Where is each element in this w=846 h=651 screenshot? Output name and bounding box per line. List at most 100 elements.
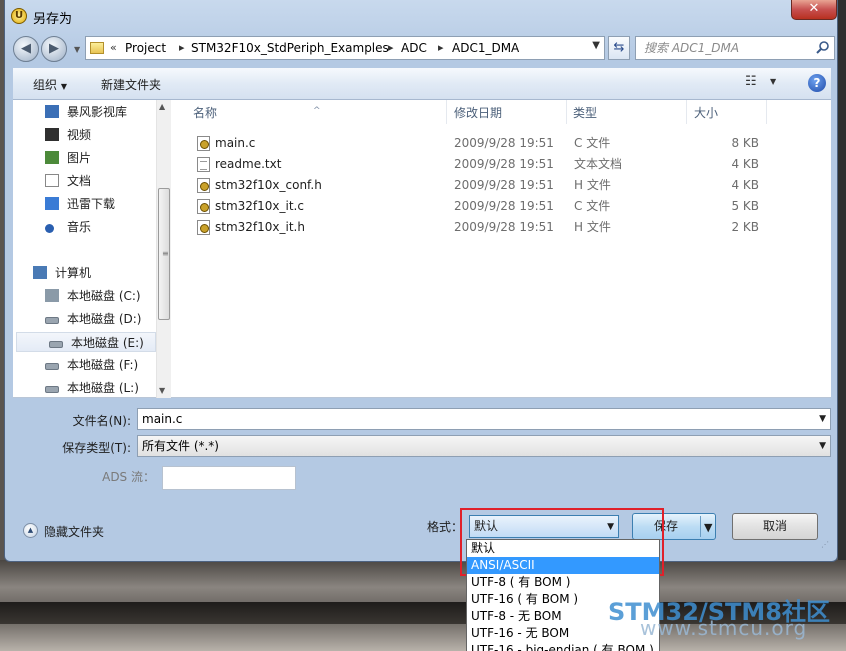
sidebar-item-label: 暴风影视库 [67,105,128,119]
encoding-option[interactable]: ANSI/ASCII [467,557,659,574]
cancel-button[interactable]: 取消 [732,513,818,540]
encoding-option[interactable]: UTF-16 - big-endian ( 有 BOM ) [467,642,659,651]
file-type: 文本文档 [574,157,623,171]
view-dropdown-icon[interactable]: ▼ [770,77,776,86]
breadcrumb-separator-icon[interactable]: ▸ [179,41,185,54]
search-box[interactable] [635,36,835,60]
file-row[interactable]: readme.txt 2009/9/28 19:51 文本文档 4 KB [194,154,824,175]
source-file-icon [197,136,210,151]
breadcrumb-adc1-dma[interactable]: ADC1_DMA [452,41,519,55]
forward-button[interactable]: ▶ [41,36,67,62]
filetype-value: 所有文件 (*.*) [142,439,219,453]
watermark-url: www.stmcu.org [640,616,808,640]
breadcrumb-examples[interactable]: STM32F10x_StdPeriph_Examples [191,41,389,55]
drive-icon [45,386,59,393]
help-button[interactable]: ? [808,74,826,92]
sidebar-item[interactable]: 本地磁盘 (L:) [13,378,155,398]
file-row[interactable]: stm32f10x_it.c 2009/9/28 19:51 C 文件 5 KB [194,196,824,217]
source-file-icon [197,199,210,214]
breadcrumb-adc[interactable]: ADC [401,41,427,55]
close-button[interactable]: ✕ [791,0,837,20]
save-button[interactable]: 保存 ▼ [632,513,716,540]
file-date: 2009/9/28 19:51 [454,178,554,192]
breadcrumb-project[interactable]: Project [125,41,166,55]
breadcrumb-separator-icon[interactable]: ▸ [388,41,394,54]
organize-menu[interactable]: 组织 ▼ [33,76,67,93]
filetype-label: 保存类型(T): [62,441,131,455]
sidebar-item[interactable]: 音乐 [13,217,155,237]
breadcrumb-separator-icon[interactable]: ▸ [438,41,444,54]
file-size: 4 KB [731,178,759,192]
sidebar-scrollbar[interactable]: ▲ ≡ ▼ [156,100,171,398]
file-date: 2009/9/28 19:51 [454,136,554,150]
column-header-name[interactable]: 名称 ^ [173,100,447,124]
sidebar-item[interactable]: 暴风影视库 [13,102,155,122]
sidebar-item[interactable]: 本地磁盘 (D:) [13,309,155,329]
encoding-select[interactable]: 默认 ▼ [469,515,619,538]
chevron-down-icon[interactable]: ▼ [819,409,826,429]
encoding-option[interactable]: UTF-8 ( 有 BOM ) [467,574,659,591]
sidebar-item[interactable]: 视频 [13,125,155,145]
computer-icon [33,266,47,279]
browser-pane: 暴风影视库视频图片文档迅雷下载音乐计算机本地磁盘 (C:) 本地磁盘 (D:) 本地… [13,100,831,398]
ads-stream-input[interactable] [162,466,296,490]
file-size: 5 KB [731,199,759,213]
resize-grip-icon[interactable]: ⋰ [821,540,829,549]
chevron-down-icon: ▼ [60,82,67,91]
sidebar-item[interactable]: 本地磁盘 (C:) [13,286,155,306]
file-type: H 文件 [574,220,611,234]
history-dropdown-icon[interactable]: ▼ [74,45,80,54]
back-button[interactable]: ◀ [13,36,39,62]
encoding-value: 默认 [474,519,499,533]
sidebar-item-label: 计算机 [55,266,92,280]
search-input[interactable] [636,37,806,59]
drive-icon [45,363,59,370]
search-icon[interactable] [816,40,830,54]
sidebar-item[interactable]: 文档 [13,171,155,191]
column-header-date[interactable]: 修改日期 [447,100,567,124]
file-name: main.c [215,136,256,150]
scroll-thumb[interactable]: ≡ [158,188,170,320]
file-size: 4 KB [731,157,759,171]
grip-icon: ≡ [162,249,169,258]
save-options-dropdown-icon[interactable]: ▼ [704,515,712,540]
forward-arrow-icon: ▶ [49,41,59,56]
file-row[interactable]: main.c 2009/9/28 19:51 C 文件 8 KB [194,133,824,154]
new-folder-button[interactable]: 新建文件夹 [101,76,161,93]
drive-icon [45,317,59,324]
breadcrumb-overflow-icon[interactable]: « [110,41,117,54]
sidebar-item[interactable]: 本地磁盘 (E:) [16,332,156,352]
sidebar-item[interactable]: 迅雷下载 [13,194,155,214]
scroll-down-icon[interactable]: ▼ [159,386,165,395]
navigation-sidebar: 暴风影视库视频图片文档迅雷下载音乐计算机本地磁盘 (C:) 本地磁盘 (D:) 本地… [13,100,171,398]
filetype-select[interactable]: 所有文件 (*.*) ▼ [137,435,831,457]
save-as-dialog: U 另存为 ✕ ◀ ▶ ▼ « Project ▸ STM32F10x_StdP… [4,0,838,562]
sidebar-item-label: 本地磁盘 (C:) [67,289,141,303]
back-arrow-icon: ◀ [21,41,31,56]
address-dropdown-icon[interactable]: ▼ [592,40,600,51]
file-name: stm32f10x_it.h [215,220,305,234]
encoding-option[interactable]: UTF-16 - 无 BOM [467,625,659,642]
column-header-type[interactable]: 类型 [567,100,687,124]
ads-label: ADS 流： [102,470,155,484]
file-row[interactable]: stm32f10x_conf.h 2009/9/28 19:51 H 文件 4 KB [194,175,824,196]
text-file-icon [197,157,210,172]
column-header-size[interactable]: 大小 [687,100,767,124]
address-bar[interactable]: « Project ▸ STM32F10x_StdPeriph_Examples… [85,36,605,60]
sidebar-item[interactable]: 本地磁盘 (F:) [13,355,155,375]
sidebar-item[interactable]: 图片 [13,148,155,168]
chevron-down-icon[interactable]: ▼ [819,436,826,456]
window-title: 另存为 [33,12,73,27]
view-options-icon[interactable]: ☷ [745,74,757,89]
split-divider [700,516,701,537]
file-row[interactable]: stm32f10x_it.h 2009/9/28 19:51 H 文件 2 KB [194,217,824,238]
filename-input[interactable]: main.c ▼ [137,408,831,430]
save-label: 保存 [654,519,679,533]
scroll-up-icon[interactable]: ▲ [159,102,165,111]
command-toolbar: 组织 ▼ 新建文件夹 ☷ ▼ ? [13,68,831,100]
sidebar-item-label: 本地磁盘 (E:) [71,336,144,350]
file-name: stm32f10x_it.c [215,199,304,213]
encoding-option[interactable]: 默认 [467,540,659,557]
refresh-button[interactable]: ⇆ [608,36,630,60]
sidebar-item[interactable]: 计算机 [13,263,155,283]
